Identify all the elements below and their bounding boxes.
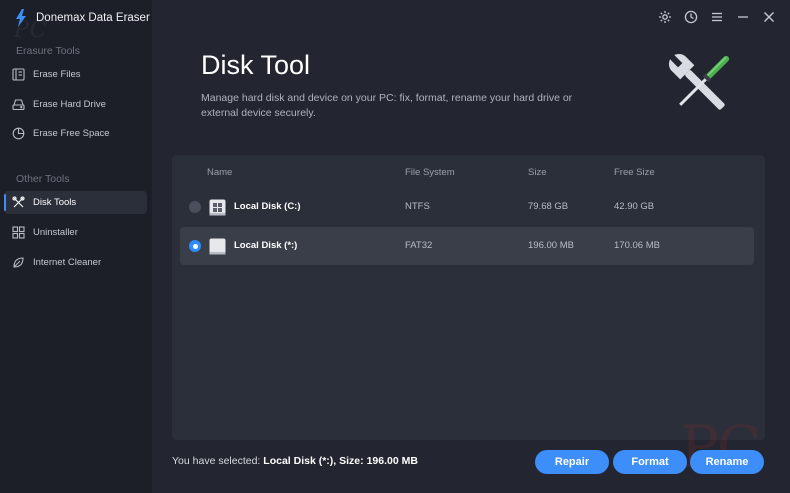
rename-button[interactable]: Rename bbox=[690, 450, 764, 474]
sidebar: PC Donemax Data Eraser Erasure Tools Era… bbox=[0, 0, 152, 493]
selection-disk-name: Local Disk (*:), bbox=[263, 455, 337, 467]
disk-tools-icon bbox=[12, 196, 25, 208]
page-title: Disk Tool bbox=[201, 50, 311, 80]
sidebar-item-erase-free-space[interactable]: Erase Free Space bbox=[4, 122, 147, 145]
column-header-size: Size bbox=[528, 167, 547, 178]
table-row[interactable]: Local Disk (C:) NTFS 79.68 GB 42.90 GB bbox=[180, 188, 754, 226]
minimize-icon bbox=[738, 16, 748, 18]
app-logo-icon bbox=[16, 9, 26, 27]
disk-free-size: 42.90 GB bbox=[614, 201, 655, 212]
selection-size-label: Size: bbox=[339, 455, 364, 467]
sidebar-item-disk-tools[interactable]: Disk Tools bbox=[4, 191, 147, 214]
selection-size-value: 196.00 MB bbox=[366, 455, 418, 467]
sidebar-item-uninstaller[interactable]: Uninstaller bbox=[4, 221, 147, 244]
page-description: Manage hard disk and device on your PC: … bbox=[201, 92, 573, 119]
app-window: PC Donemax Data Eraser Erasure Tools Era… bbox=[0, 0, 790, 493]
radio-button[interactable] bbox=[189, 201, 201, 213]
disk-file-system: FAT32 bbox=[405, 240, 433, 251]
sidebar-item-internet-cleaner[interactable]: Internet Cleaner bbox=[4, 251, 147, 274]
table-row[interactable]: Local Disk (*:) FAT32 196.00 MB 170.06 M… bbox=[180, 227, 754, 265]
settings-button[interactable] bbox=[656, 8, 674, 26]
column-header-file-system: File System bbox=[405, 167, 455, 178]
erase-files-icon bbox=[12, 68, 25, 81]
sidebar-item-label: Uninstaller bbox=[33, 227, 78, 238]
section-label-other: Other Tools bbox=[16, 173, 70, 185]
app-title-bar: Donemax Data Eraser bbox=[14, 9, 150, 27]
format-button[interactable]: Format bbox=[613, 450, 687, 474]
repair-button[interactable]: Repair bbox=[535, 450, 609, 474]
close-button[interactable] bbox=[760, 8, 778, 26]
hard-drive-icon bbox=[12, 99, 25, 111]
free-space-icon bbox=[12, 127, 25, 140]
tools-illustration-icon bbox=[668, 53, 730, 110]
disk-name: Local Disk (*:) bbox=[234, 240, 298, 251]
app-title: Donemax Data Eraser bbox=[36, 12, 150, 24]
sidebar-item-label: Erase Files bbox=[33, 69, 81, 80]
disk-table: Name File System Size Free Size Local Di… bbox=[172, 155, 765, 440]
windows-disk-icon bbox=[209, 199, 226, 216]
disk-free-size: 170.06 MB bbox=[614, 240, 660, 251]
selection-prefix: You have selected: bbox=[172, 455, 261, 467]
sidebar-item-label: Internet Cleaner bbox=[33, 257, 102, 268]
sidebar-item-erase-files[interactable]: Erase Files bbox=[4, 63, 147, 86]
gear-icon bbox=[659, 11, 671, 23]
menu-icon bbox=[712, 12, 722, 22]
disk-name: Local Disk (C:) bbox=[234, 201, 301, 212]
minimize-button[interactable] bbox=[734, 8, 752, 26]
radio-button[interactable] bbox=[189, 240, 201, 252]
window-controls bbox=[656, 8, 778, 26]
sidebar-item-erase-hard-drive[interactable]: Erase Hard Drive bbox=[4, 93, 147, 116]
sidebar-item-label: Disk Tools bbox=[33, 197, 77, 208]
disk-size: 196.00 MB bbox=[528, 240, 574, 251]
disk-file-system: NTFS bbox=[405, 201, 430, 212]
close-icon bbox=[764, 12, 774, 22]
column-header-name: Name bbox=[207, 167, 233, 178]
internet-cleaner-icon bbox=[13, 257, 24, 268]
section-label-erasure: Erasure Tools bbox=[16, 45, 81, 57]
uninstaller-icon bbox=[12, 226, 25, 239]
selection-summary: You have selected: Local Disk (*:), Size… bbox=[172, 455, 418, 467]
sidebar-item-label: Erase Hard Drive bbox=[33, 99, 106, 110]
disk-size: 79.68 GB bbox=[528, 201, 569, 212]
sidebar-item-label: Erase Free Space bbox=[33, 128, 110, 139]
column-header-free-size: Free Size bbox=[614, 167, 655, 178]
history-button[interactable] bbox=[682, 8, 700, 26]
disk-drive-icon bbox=[209, 238, 226, 255]
menu-button[interactable] bbox=[708, 8, 726, 26]
clock-icon bbox=[684, 10, 698, 24]
